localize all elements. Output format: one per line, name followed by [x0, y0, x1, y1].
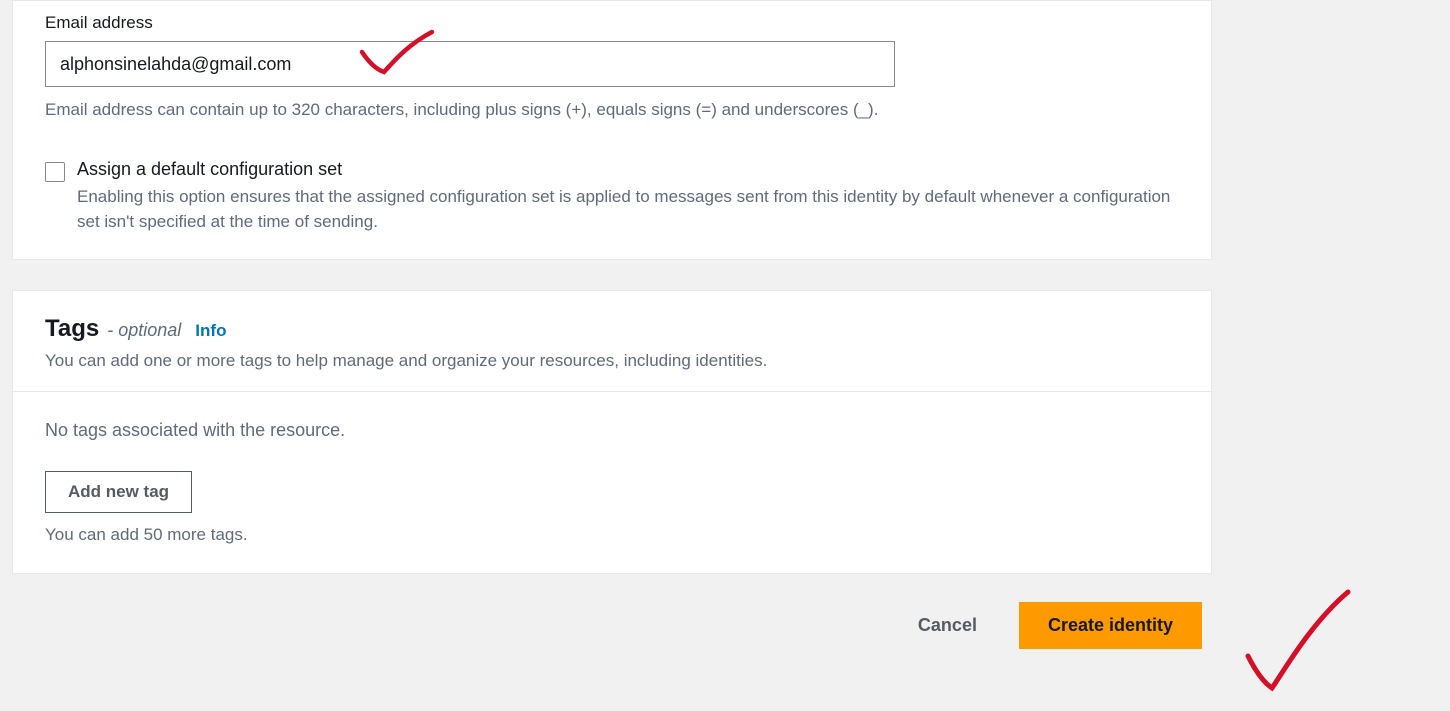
email-input[interactable]	[45, 41, 895, 87]
tags-info-link[interactable]: Info	[195, 321, 226, 341]
create-identity-button[interactable]: Create identity	[1019, 602, 1202, 649]
tags-panel: Tags - optional Info You can add one or …	[12, 290, 1212, 574]
action-row: Cancel Create identity	[12, 574, 1212, 649]
email-label: Email address	[45, 13, 1179, 33]
config-set-desc: Enabling this option ensures that the as…	[77, 184, 1179, 235]
config-set-title: Assign a default configuration set	[77, 159, 1179, 180]
tags-title: Tags	[45, 315, 99, 343]
email-hint: Email address can contain up to 320 char…	[45, 97, 1179, 123]
tags-sub: You can add one or more tags to help man…	[45, 351, 1179, 371]
no-tags-text: No tags associated with the resource.	[45, 420, 1179, 441]
cancel-button[interactable]: Cancel	[900, 605, 995, 646]
checkmark-annotation-icon	[1230, 584, 1360, 704]
config-set-checkbox[interactable]	[45, 162, 65, 182]
tags-limit: You can add 50 more tags.	[45, 525, 1179, 545]
add-tag-button[interactable]: Add new tag	[45, 471, 192, 513]
email-panel: Email address Email address can contain …	[12, 0, 1212, 260]
tags-optional: - optional	[107, 320, 181, 341]
